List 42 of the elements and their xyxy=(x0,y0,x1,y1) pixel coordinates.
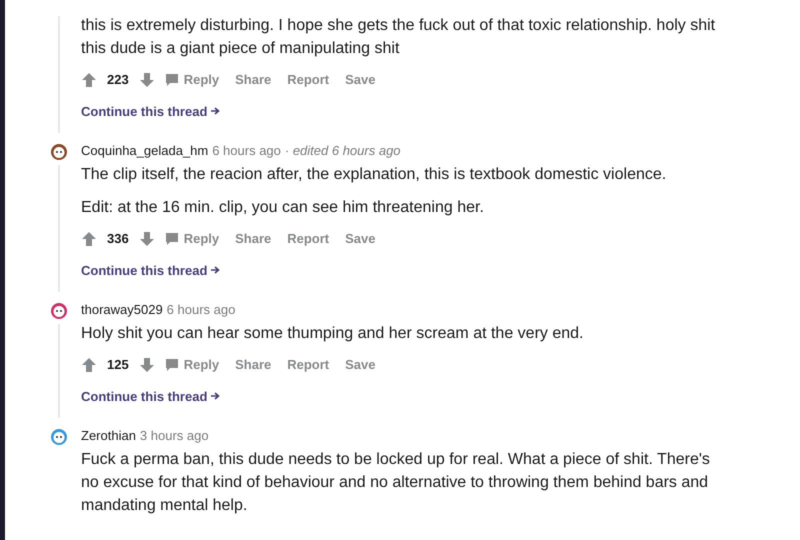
upvote-icon[interactable] xyxy=(81,356,97,372)
reply-button[interactable]: Reply xyxy=(158,355,226,374)
username[interactable]: Coquinha_gelada_hm xyxy=(81,141,208,161)
continue-thread-link[interactable]: Continue this thread xyxy=(81,263,220,278)
username[interactable]: thoraway5029 xyxy=(81,300,163,320)
continue-thread-link[interactable]: Continue this thread xyxy=(81,104,220,119)
speech-bubble-icon xyxy=(164,358,179,372)
arrow-icon xyxy=(210,391,220,401)
action-button[interactable]: Report xyxy=(281,70,336,89)
upvote-icon[interactable] xyxy=(81,72,97,88)
username[interactable]: Zerothian xyxy=(81,426,136,446)
timestamp: 6 hours ago xyxy=(212,142,281,160)
downvote-icon[interactable] xyxy=(138,356,155,372)
vote-count: 223 xyxy=(107,72,129,87)
arrow-icon xyxy=(210,265,220,275)
action-button[interactable]: Report xyxy=(281,229,336,248)
continue-thread-link[interactable]: Continue this thread xyxy=(81,389,220,404)
action-button[interactable]: Share xyxy=(229,70,278,89)
action-button[interactable]: Save xyxy=(339,229,382,248)
downvote-icon[interactable] xyxy=(138,72,155,88)
action-button[interactable]: Report xyxy=(281,355,336,374)
reply-button[interactable]: Reply xyxy=(158,70,226,89)
vote-count: 336 xyxy=(107,231,129,246)
vote-count: 125 xyxy=(107,357,129,372)
arrow-icon xyxy=(210,106,220,116)
action-button[interactable]: Share xyxy=(229,355,278,374)
comment-text: this is extremely disturbing. I hope she gets the fuck out of that toxic relationship. holy shit this dude is a giant piece of manipulating shit xyxy=(81,16,716,59)
comment-text: Holy shit you can hear some thumping and her scream at the very end. xyxy=(81,324,584,344)
timestamp: 3 hours ago xyxy=(140,427,209,445)
comment-text: Fuck a perma ban, this dude needs to be locked up for real. What a piece of shit. There's no excuse for that kind of behaviour and no alternative to throwing them behind bars and mandating mental help. xyxy=(81,450,711,516)
reply-button[interactable]: Reply xyxy=(158,229,226,248)
comment-text: Edit: at the 16 min. clip, you can see him threatening her. xyxy=(81,198,485,218)
action-button[interactable]: Save xyxy=(339,355,382,374)
comment-text: The clip itself, the reacion after, the explanation, this is textbook domestic violence. xyxy=(81,165,668,185)
downvote-icon[interactable] xyxy=(138,230,155,246)
speech-bubble-icon xyxy=(164,72,179,86)
action-button[interactable]: Save xyxy=(339,70,382,89)
upvote-icon[interactable] xyxy=(81,230,97,246)
timestamp: 6 hours ago xyxy=(166,301,236,319)
edited-note: · edited 6 hours ago xyxy=(284,142,401,160)
action-button[interactable]: Share xyxy=(229,229,278,248)
speech-bubble-icon xyxy=(164,232,179,246)
